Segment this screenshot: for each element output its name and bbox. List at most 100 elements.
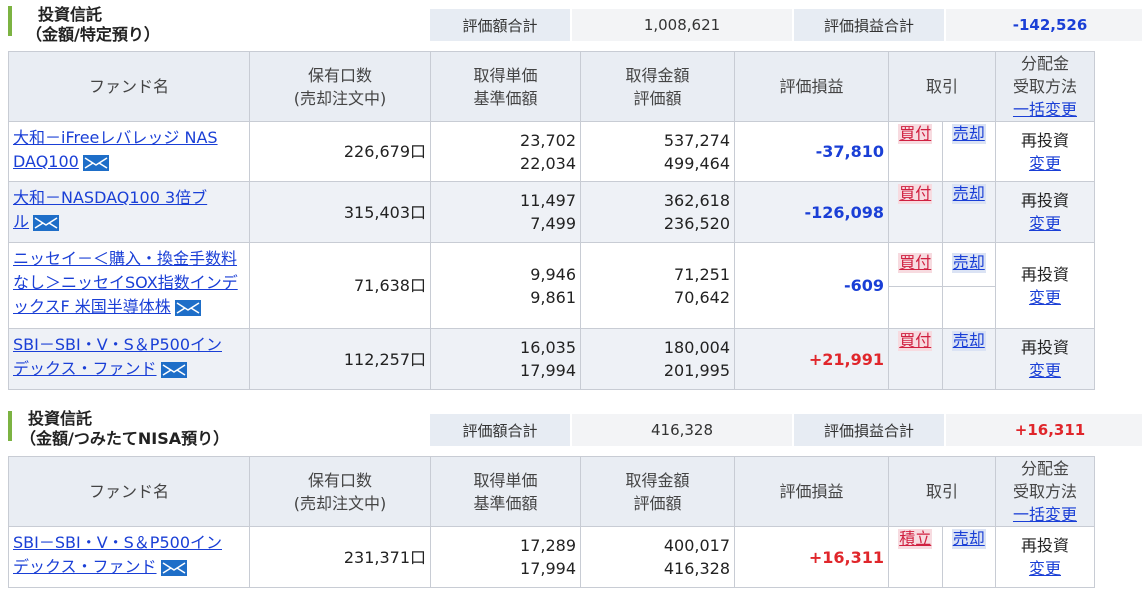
section-title-line2: （金額/特定預り） — [26, 25, 160, 44]
amount-cell: 71,251 70,642 — [580, 242, 735, 329]
section-title-line1: 投資信託 — [38, 5, 103, 24]
section-title-line1: 投資信託 — [28, 409, 93, 428]
fund-link[interactable]: ニッセイ－＜購入・換金手数料 なし＞ニッセイSOX指数インデ ックスF 米国半導体株 — [13, 249, 238, 316]
eval-total-label: 評価額合計 — [430, 414, 572, 446]
fund-link[interactable]: SBI－SBI・V・S＆P500イン デックス・ファンド — [13, 533, 222, 576]
fund-name-cell: SBI－SBI・V・S＆P500イン デックス・ファンド — [8, 526, 250, 588]
price-cell: 23,702 22,034 — [430, 121, 581, 182]
price-cell: 11,497 7,499 — [430, 181, 581, 243]
summary-bar: 評価額合計 416,328 評価損益合計 +16,311 — [430, 414, 1142, 446]
holdings-table: ファンド名 保有口数 (売却注文中) 取得単価 基準価額 取得金額 評価額 評価損益 … — [8, 456, 1095, 588]
price-cell: 9,946 9,861 — [430, 242, 581, 329]
section-accent-bar — [8, 411, 12, 441]
eval-total-label: 評価額合計 — [430, 9, 572, 41]
trade-cell: 買付 売却 — [888, 181, 996, 243]
eval-total-value: 1,008,621 — [572, 9, 794, 41]
buy-button[interactable]: 買付 — [898, 124, 933, 144]
header-amount: 取得金額 評価額 — [580, 51, 735, 122]
pl-total-value: -142,526 — [946, 9, 1142, 41]
eval-total-value: 416,328 — [572, 414, 794, 446]
amount-cell: 400,017 416,328 — [580, 526, 735, 588]
header-pl: 評価損益 — [734, 456, 889, 527]
change-link[interactable]: 変更 — [1029, 214, 1061, 233]
fund-name-cell: SBI－SBI・V・S＆P500イン デックス・ファンド — [8, 328, 250, 390]
mail-icon[interactable] — [82, 154, 109, 171]
sell-button[interactable]: 売却 — [951, 529, 986, 549]
pl-cell: +21,991 — [734, 328, 889, 390]
distribution-cell: 再投資 変更 — [995, 328, 1095, 390]
header-holdings: 保有口数 (売却注文中) — [249, 51, 431, 122]
summary-bar: 評価額合計 1,008,621 評価損益合計 -142,526 — [430, 9, 1142, 41]
holdings-table: ファンド名 保有口数 (売却注文中) 取得単価 基準価額 取得金額 評価額 評価損益 … — [8, 51, 1095, 390]
table-row: SBI－SBI・V・S＆P500イン デックス・ファンド 112,257口 16,… — [8, 328, 1095, 390]
units-cell: 226,679口 — [249, 121, 431, 182]
table-row: 大和－NASDAQ100 3倍ブル 315,403口 11,497 7,499 3… — [8, 181, 1095, 243]
section-title: 投資信託 （金額/特定預り） — [18, 5, 160, 45]
price-cell: 17,289 17,994 — [430, 526, 581, 588]
table-row: 大和－iFreeレバレッジ NAS DAQ100 226,679口 23,702 2… — [8, 121, 1095, 182]
mail-icon[interactable] — [160, 559, 187, 576]
pl-cell: -37,810 — [734, 121, 889, 182]
buy-button[interactable]: 買付 — [898, 331, 933, 351]
amount-cell: 537,274 499,464 — [580, 121, 735, 182]
change-link[interactable]: 変更 — [1029, 154, 1061, 173]
pl-cell: +16,311 — [734, 526, 889, 588]
units-cell: 231,371口 — [249, 526, 431, 588]
units-cell: 112,257口 — [249, 328, 431, 390]
header-distribution: 分配金 受取方法 一括変更 — [995, 456, 1095, 527]
trade-cell: 買付 売却 — [888, 328, 996, 390]
header-amount: 取得金額 評価額 — [580, 456, 735, 527]
header-unit-price: 取得単価 基準価額 — [430, 51, 581, 122]
fund-link[interactable]: 大和－iFreeレバレッジ NAS DAQ100 — [13, 128, 218, 171]
trade-cell: 積立 売却 — [888, 526, 996, 588]
header-holdings: 保有口数 (売却注文中) — [249, 456, 431, 527]
mail-icon[interactable] — [160, 361, 187, 378]
distribution-cell: 再投資 変更 — [995, 121, 1095, 182]
table-row: ニッセイ－＜購入・換金手数料 なし＞ニッセイSOX指数インデ ックスF 米国半導体株… — [8, 242, 1095, 329]
mail-icon[interactable] — [174, 299, 201, 316]
bulk-change-link[interactable]: 一括変更 — [1013, 100, 1077, 119]
distribution-cell: 再投資 変更 — [995, 526, 1095, 588]
section-title-line2: （金額/つみたてNISA預り） — [20, 429, 230, 448]
pl-total-label: 評価損益合計 — [794, 9, 946, 41]
units-cell: 71,638口 — [249, 242, 431, 329]
pl-total-value: +16,311 — [946, 414, 1142, 446]
fund-name-cell: 大和－NASDAQ100 3倍ブル — [8, 181, 250, 243]
buy-button[interactable]: 買付 — [898, 253, 933, 273]
trade-cell: 買付 売却 — [888, 242, 996, 329]
header-trade: 取引 — [888, 51, 996, 122]
sell-button[interactable]: 売却 — [951, 184, 986, 204]
fund-name-cell: ニッセイ－＜購入・換金手数料 なし＞ニッセイSOX指数インデ ックスF 米国半導体株 — [8, 242, 250, 329]
amount-cell: 180,004 201,995 — [580, 328, 735, 390]
header-fund-name: ファンド名 — [8, 456, 250, 527]
pl-cell: -126,098 — [734, 181, 889, 243]
distribution-cell: 再投資 変更 — [995, 242, 1095, 329]
buy-button[interactable]: 買付 — [898, 184, 933, 204]
bulk-change-link[interactable]: 一括変更 — [1013, 505, 1077, 524]
distribution-cell: 再投資 変更 — [995, 181, 1095, 243]
header-unit-price: 取得単価 基準価額 — [430, 456, 581, 527]
mail-icon[interactable] — [33, 214, 60, 231]
change-link[interactable]: 変更 — [1029, 559, 1061, 578]
change-link[interactable]: 変更 — [1029, 288, 1061, 307]
sell-button[interactable]: 売却 — [951, 331, 986, 351]
header-fund-name: ファンド名 — [8, 51, 250, 122]
section-title: 投資信託 （金額/つみたてNISA預り） — [18, 409, 229, 449]
units-cell: 315,403口 — [249, 181, 431, 243]
amount-cell: 362,618 236,520 — [580, 181, 735, 243]
sell-button[interactable]: 売却 — [951, 124, 986, 144]
price-cell: 16,035 17,994 — [430, 328, 581, 390]
pl-total-label: 評価損益合計 — [794, 414, 946, 446]
accumulate-button[interactable]: 積立 — [898, 529, 933, 549]
fund-name-cell: 大和－iFreeレバレッジ NAS DAQ100 — [8, 121, 250, 182]
pl-cell: -609 — [734, 242, 889, 329]
header-trade: 取引 — [888, 456, 996, 527]
header-distribution: 分配金 受取方法 一括変更 — [995, 51, 1095, 122]
table-row: SBI－SBI・V・S＆P500イン デックス・ファンド 231,371口 17,… — [8, 526, 1095, 588]
section-accent-bar — [8, 6, 12, 36]
trade-cell: 買付 売却 — [888, 121, 996, 182]
fund-link[interactable]: SBI－SBI・V・S＆P500イン デックス・ファンド — [13, 335, 222, 378]
header-pl: 評価損益 — [734, 51, 889, 122]
sell-button[interactable]: 売却 — [951, 253, 986, 273]
change-link[interactable]: 変更 — [1029, 361, 1061, 380]
